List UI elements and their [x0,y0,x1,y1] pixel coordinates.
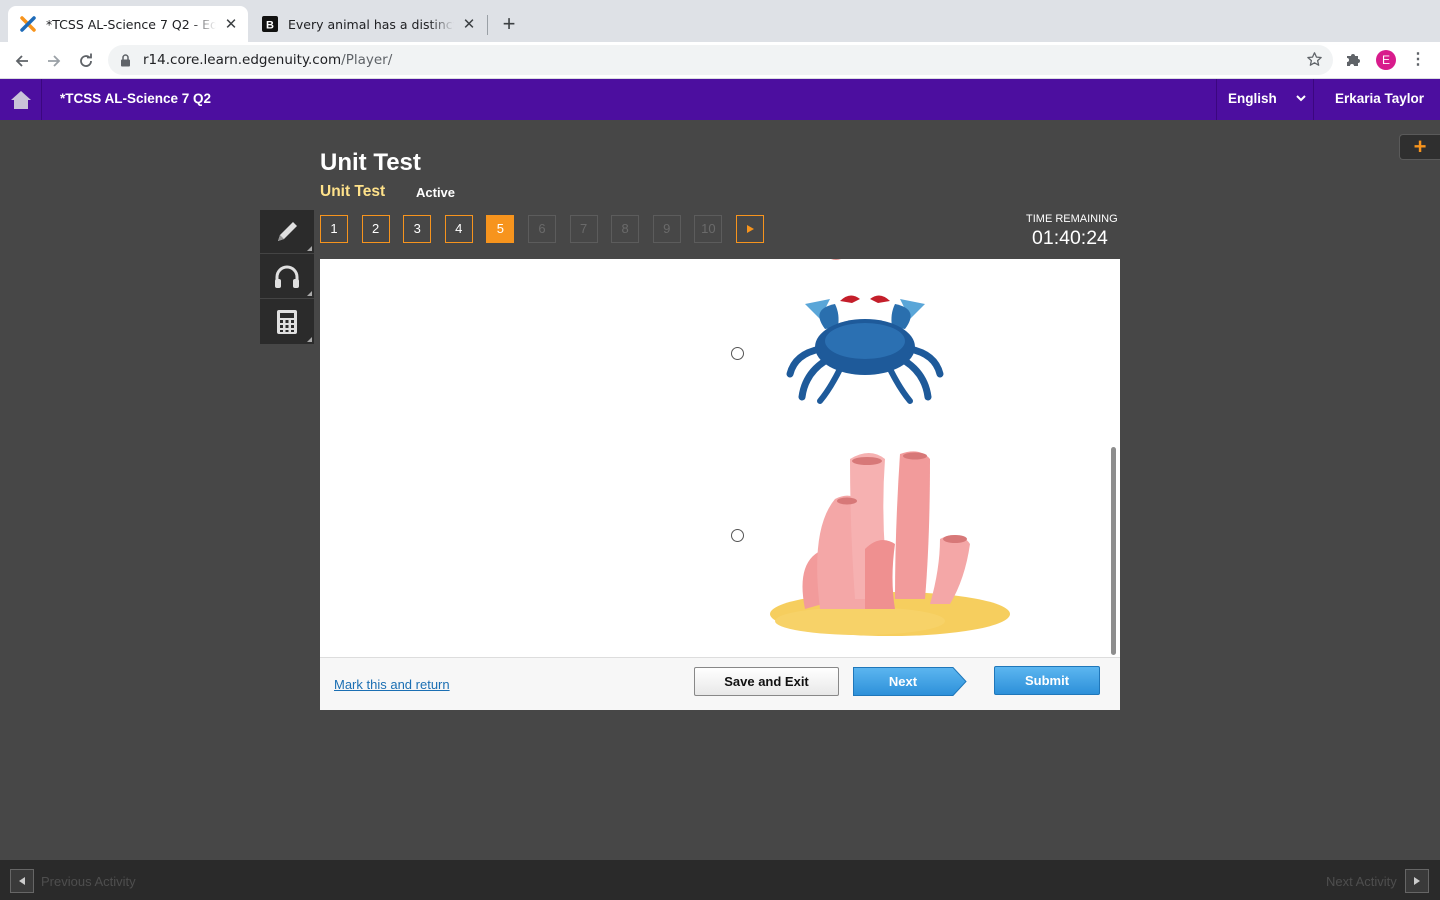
previous-choice-image-fragment [831,259,841,260]
page-subtitle: Unit Test [320,183,386,200]
app-header: *TCSS AL-Science 7 Q2 English Erkaria Ta… [0,79,1440,120]
pencil-icon [278,221,297,241]
previous-activity-label: Previous Activity [41,874,136,889]
page-title: Unit Test [320,149,421,176]
tools-panel [260,210,314,344]
headphones-icon [275,265,299,288]
time-remaining-value: 01:40:24 [1032,227,1108,249]
question-2-button[interactable]: 2 [361,215,390,243]
question-footer: Mark this and return Save and Exit Next … [320,657,1120,710]
tab-separator [487,15,488,35]
bookmark-star-icon[interactable] [1306,51,1323,72]
question-8-button: 8 [611,215,640,243]
question-4-button[interactable]: 4 [444,215,473,243]
browser-tab-inactive[interactable]: B Every animal has a distinct body ✕ [250,6,486,42]
browser-tab-active[interactable]: *TCSS AL-Science 7 Q2 - Edgenuity ✕ [8,6,248,42]
activity-bar: Previous Activity Next Activity [0,860,1440,900]
next-button-label: Next [888,674,918,689]
question-5-button[interactable]: 5 [486,215,515,243]
question-3-button[interactable]: 3 [403,215,432,243]
edgenuity-favicon-icon [20,16,36,32]
profile-avatar[interactable]: E [1376,50,1396,70]
browser-tabstrip: *TCSS AL-Science 7 Q2 - Edgenuity ✕ B Ev… [0,0,1440,42]
pink-sponge-image [770,451,1010,636]
tab-title: *TCSS AL-Science 7 Q2 - Edgenuity [46,16,216,32]
right-arrow-icon [1414,877,1420,885]
lock-icon [120,53,131,67]
course-title: *TCSS AL-Science 7 Q2 [60,91,212,106]
audio-tool-button[interactable] [260,255,314,299]
time-remaining-label: TIME REMAINING [1026,213,1118,225]
chevron-down-icon [1295,91,1307,109]
back-arrow-icon[interactable] [9,48,35,74]
mark-and-return-link[interactable]: Mark this and return [334,677,450,692]
left-arrow-icon [19,877,25,885]
home-button[interactable] [0,79,42,120]
tab-title: Every animal has a distinct body [288,16,454,32]
user-name[interactable]: Erkaria Taylor [1335,91,1424,106]
question-9-button: 9 [652,215,681,243]
previous-activity-button[interactable] [10,869,34,893]
question-1-button[interactable]: 1 [320,215,348,243]
blue-crab-image [786,295,944,404]
question-10-button: 10 [694,215,723,243]
pencil-tool-button[interactable] [260,210,314,254]
calculator-icon [277,310,297,334]
svg-text:B: B [266,20,274,32]
status-label: Active [416,185,456,200]
expand-plus-icon[interactable]: + [1399,134,1440,160]
next-activity-button[interactable] [1405,869,1429,893]
extensions-puzzle-icon[interactable] [1344,51,1362,74]
new-tab-icon[interactable]: + [497,13,521,37]
browser-menu-icon[interactable]: ⋮ [1410,50,1426,70]
choice-1-radio[interactable] [731,347,744,360]
language-label: English [1228,91,1277,106]
question-nav: 1 2 3 4 5 6 7 8 9 10 [320,215,778,243]
home-icon [10,90,31,109]
next-question-arrow-button[interactable] [735,215,764,243]
question-6-button: 6 [527,215,556,243]
close-tab-icon[interactable]: ✕ [222,15,240,33]
calculator-tool-button[interactable] [260,300,314,344]
content-scrollbar[interactable] [1111,447,1116,655]
close-tab-icon[interactable]: ✕ [460,15,478,33]
choice-2-radio[interactable] [731,529,744,542]
next-button[interactable]: Next [853,667,967,696]
url-host: r14.core.learn.edgenuity.com [143,52,342,68]
next-activity-label: Next Activity [1326,874,1397,889]
submit-button[interactable]: Submit [994,666,1100,695]
language-select[interactable]: English [1216,79,1314,120]
reload-icon[interactable] [73,48,99,74]
brainly-favicon-icon: B [262,16,278,32]
browser-toolbar: r14.core.learn.edgenuity.com/Player/ E ⋮ [0,42,1440,79]
question-content [320,259,1120,657]
forward-arrow-icon[interactable] [41,48,67,74]
address-bar[interactable]: r14.core.learn.edgenuity.com/Player/ [108,45,1333,75]
play-arrow-icon [746,225,754,233]
question-7-button: 7 [569,215,598,243]
save-and-exit-button[interactable]: Save and Exit [694,667,839,696]
url-path: /Player/ [341,52,393,68]
